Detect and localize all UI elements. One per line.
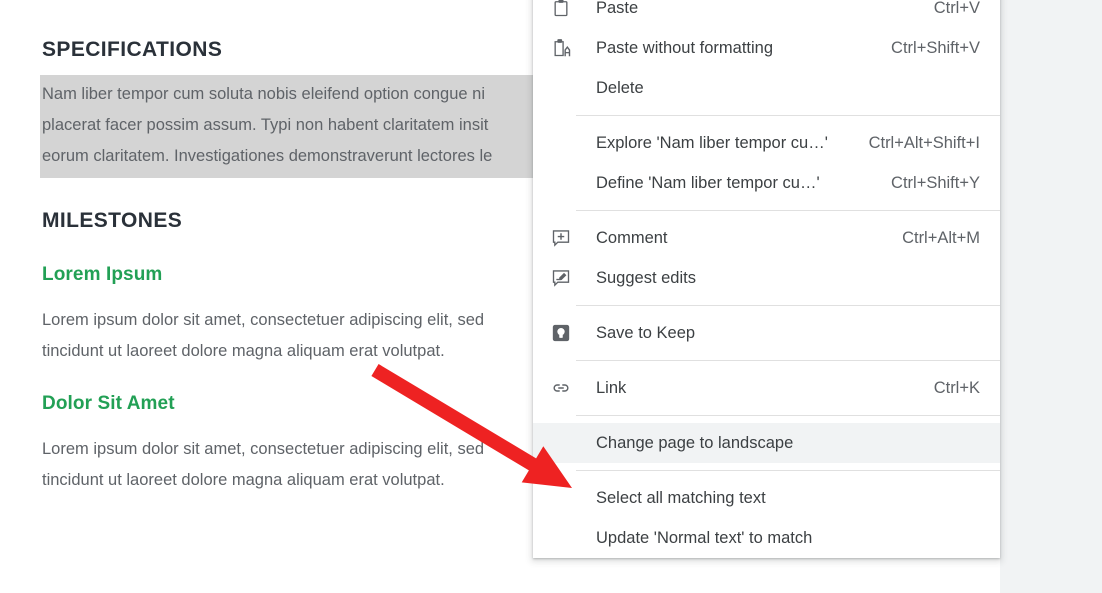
link-icon xyxy=(549,376,573,400)
menu-item-label: Suggest edits xyxy=(596,269,696,287)
menu-group: Comment Ctrl+Alt+M Suggest edits xyxy=(533,218,1000,298)
menu-item-save-to-keep[interactable]: Save to Keep xyxy=(533,313,1000,353)
menu-item-label: Select all matching text xyxy=(596,489,766,507)
icon-placeholder xyxy=(549,131,573,155)
menu-separator xyxy=(576,360,1000,361)
icon-placeholder xyxy=(549,171,573,195)
menu-item-delete[interactable]: Delete xyxy=(533,68,1000,108)
menu-group: Link Ctrl+K xyxy=(533,368,1000,408)
menu-group: Paste Ctrl+V Paste without formatting Ctrl+… xyxy=(533,0,1000,108)
menu-item-label: Paste without formatting xyxy=(596,39,774,57)
paste-without-formatting-icon xyxy=(549,36,573,60)
menu-separator xyxy=(576,210,1000,211)
menu-item-label: Save to Keep xyxy=(596,324,696,342)
menu-item-label: Update 'Normal text' to match xyxy=(596,529,813,547)
milestone-title-lorem-ipsum: Lorem Ipsum xyxy=(42,264,163,285)
menu-group: Change page to landscape xyxy=(533,423,1000,463)
menu-item-link[interactable]: Link Ctrl+K xyxy=(533,368,1000,408)
menu-item-define-nam-liber-tempor-cu[interactable]: Define 'Nam liber tempor cu…' Ctrl+Shift+… xyxy=(533,163,1000,203)
icon-placeholder xyxy=(549,76,573,100)
milestone-title-dolor-sit-amet: Dolor Sit Amet xyxy=(42,393,175,414)
icon-placeholder xyxy=(549,431,573,455)
context-menu: Paste Ctrl+V Paste without formatting Ctrl+… xyxy=(533,0,1000,558)
icon-placeholder xyxy=(549,486,573,510)
menu-item-shortcut: Ctrl+Alt+M xyxy=(902,229,980,247)
menu-item-shortcut: Ctrl+Shift+Y xyxy=(891,174,980,192)
keep-icon xyxy=(549,321,573,345)
menu-item-update-normal-text-to-match[interactable]: Update 'Normal text' to match xyxy=(533,518,1000,558)
menu-item-label: Paste xyxy=(596,0,639,17)
menu-item-label: Comment xyxy=(596,229,668,247)
menu-item-label: Change page to landscape xyxy=(596,434,794,452)
menu-group: Select all matching text Update 'Normal t… xyxy=(533,478,1000,558)
screen: SPECIFICATIONS Nam liber tempor cum solu… xyxy=(0,0,1102,593)
suggest-edits-icon xyxy=(549,266,573,290)
menu-item-label: Explore 'Nam liber tempor cu…' xyxy=(596,134,828,152)
selected-paragraph-line-3: eorum claritatem. Investigationes demons… xyxy=(42,147,493,165)
menu-item-label: Define 'Nam liber tempor cu…' xyxy=(596,174,820,192)
menu-item-paste[interactable]: Paste Ctrl+V xyxy=(533,0,1000,28)
selected-paragraph[interactable]: Nam liber tempor cum soluta nobis eleife… xyxy=(40,75,580,178)
icon-placeholder xyxy=(549,526,573,550)
menu-item-select-all-matching-text[interactable]: Select all matching text xyxy=(533,478,1000,518)
menu-group: Explore 'Nam liber tempor cu…' Ctrl+Alt+S… xyxy=(533,123,1000,203)
menu-item-label: Link xyxy=(596,379,627,397)
menu-group: Save to Keep xyxy=(533,313,1000,353)
specifications-heading: SPECIFICATIONS xyxy=(42,38,223,61)
menu-item-label: Delete xyxy=(596,79,644,97)
comment-icon xyxy=(549,226,573,250)
menu-separator xyxy=(576,470,1000,471)
menu-separator xyxy=(576,115,1000,116)
menu-separator xyxy=(576,415,1000,416)
app-background-strip xyxy=(1000,0,1102,593)
menu-item-suggest-edits[interactable]: Suggest edits xyxy=(533,258,1000,298)
menu-item-change-page-to-landscape[interactable]: Change page to landscape xyxy=(533,423,1000,463)
menu-item-shortcut: Ctrl+Alt+Shift+I xyxy=(868,134,980,152)
milestones-heading: MILESTONES xyxy=(42,209,183,232)
selected-paragraph-line-2: placerat facer possim assum. Typi non ha… xyxy=(42,116,489,134)
menu-item-explore-nam-liber-tempor-cu[interactable]: Explore 'Nam liber tempor cu…' Ctrl+Alt+S… xyxy=(533,123,1000,163)
menu-item-comment[interactable]: Comment Ctrl+Alt+M xyxy=(533,218,1000,258)
menu-item-shortcut: Ctrl+K xyxy=(933,379,980,397)
paste-icon xyxy=(549,0,573,20)
menu-item-shortcut: Ctrl+Shift+V xyxy=(891,39,980,57)
menu-item-shortcut: Ctrl+V xyxy=(933,0,980,17)
menu-separator xyxy=(576,305,1000,306)
menu-item-paste-without-formatting[interactable]: Paste without formatting Ctrl+Shift+V xyxy=(533,28,1000,68)
selected-paragraph-line-1: Nam liber tempor cum soluta nobis eleife… xyxy=(42,85,486,103)
